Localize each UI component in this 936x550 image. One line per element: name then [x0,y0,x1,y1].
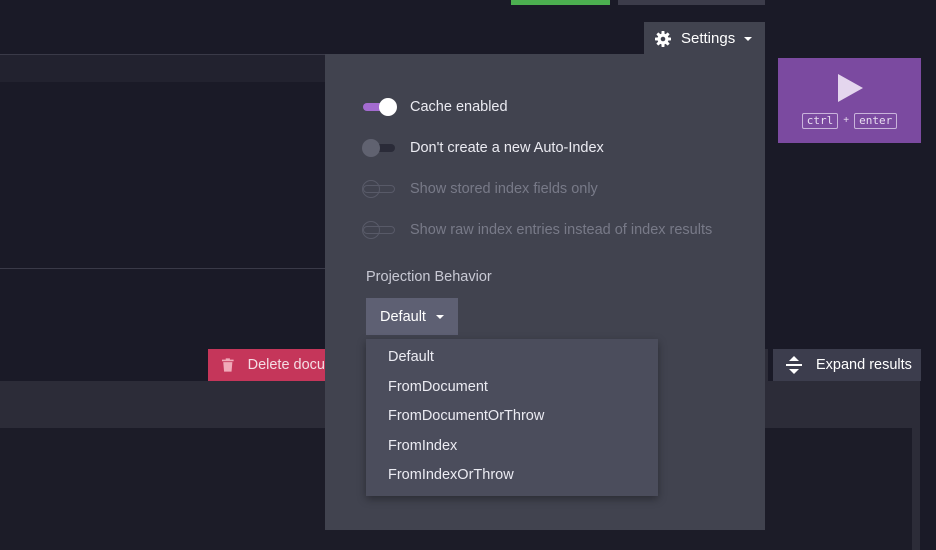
gear-icon [655,30,671,47]
shortcut-plus: + [843,115,850,126]
toggle-row-auto-index[interactable]: Don't create a new Auto-Index [362,139,604,157]
expand-results-button[interactable]: Expand results [773,349,921,381]
settings-dropdown-panel: Cache enabled Don't create a new Auto-In… [325,54,765,530]
toggle-row-stored-fields: Show stored index fields only [362,180,598,198]
stored-fields-only-toggle [362,180,399,198]
toolbar-separator [765,349,768,381]
menu-item-default[interactable]: Default [388,349,434,365]
editor-header-strip [0,55,325,82]
delete-documents-button[interactable]: Delete docu [208,349,325,381]
stored-fields-only-label: Show stored index fields only [410,181,598,197]
run-query-button[interactable]: ctrl + enter [778,58,921,143]
expand-results-label: Expand results [816,357,912,373]
projection-behavior-select[interactable]: Default [366,298,458,335]
play-icon [837,73,863,102]
cache-enabled-label: Cache enabled [410,99,508,115]
projection-selected-value: Default [380,308,426,325]
chevron-down-icon [435,314,444,319]
toggle-row-cache-enabled[interactable]: Cache enabled [363,98,508,116]
chevron-down-icon [744,36,753,41]
disable-auto-index-toggle[interactable] [362,139,399,157]
cache-enabled-toggle[interactable] [363,98,399,116]
disable-auto-index-label: Don't create a new Auto-Index [410,140,604,156]
keyboard-shortcut: ctrl + enter [801,112,898,129]
trash-icon [222,358,234,372]
raw-index-entries-toggle [362,221,399,239]
shortcut-key-enter: enter [854,112,898,129]
projection-options-menu: Default FromDocument FromDocumentOrThrow… [366,339,658,496]
top-tab-strip [618,0,765,5]
toggle-row-raw-entries: Show raw index entries instead of index … [362,221,713,239]
menu-item-from-index[interactable]: FromIndex [388,438,457,454]
menu-item-from-document[interactable]: FromDocument [388,379,488,395]
expand-icon [786,356,802,374]
raw-index-entries-label: Show raw index entries instead of index … [410,222,713,238]
menu-item-from-document-or-throw[interactable]: FromDocumentOrThrow [388,408,544,424]
status-bar-green [511,0,610,5]
divider [0,268,325,269]
shortcut-key-ctrl: ctrl [801,112,839,129]
settings-button[interactable]: Settings [644,22,765,55]
settings-label: Settings [681,30,736,47]
delete-documents-label: Delete docu [247,357,325,373]
projection-behavior-label: Projection Behavior [366,269,492,285]
menu-item-from-index-or-throw[interactable]: FromIndexOrThrow [388,467,514,483]
